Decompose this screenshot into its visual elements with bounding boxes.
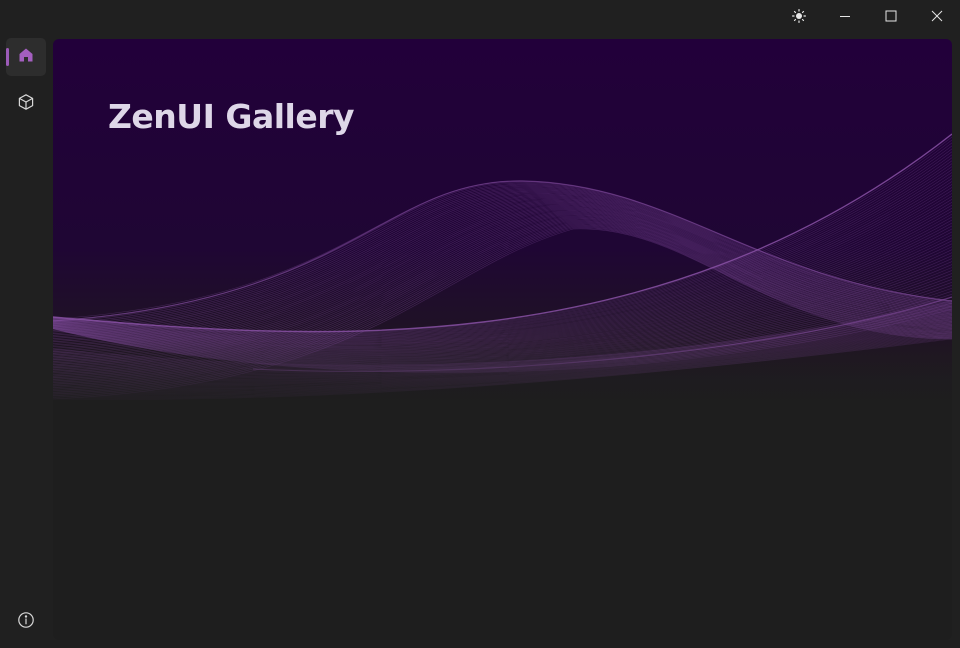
close-icon: [931, 10, 943, 22]
hero-banner: ZenUI Gallery: [53, 39, 952, 419]
cube-icon: [17, 93, 35, 115]
minimize-button[interactable]: [822, 0, 868, 32]
title-bar: [0, 0, 960, 34]
app-window: ZenUI Gallery: [0, 0, 960, 648]
hero-background: [53, 39, 952, 419]
sun-icon: [792, 9, 806, 23]
close-button[interactable]: [914, 0, 960, 32]
sidebar: [0, 34, 53, 648]
maximize-button[interactable]: [868, 0, 914, 32]
sidebar-item-home[interactable]: [6, 38, 46, 76]
sidebar-item-about[interactable]: [6, 603, 46, 641]
sidebar-item-components[interactable]: [6, 85, 46, 123]
main-content: ZenUI Gallery: [53, 39, 952, 640]
home-icon: [18, 47, 34, 67]
active-indicator: [6, 48, 9, 66]
maximize-icon: [885, 10, 897, 22]
hero-title: ZenUI Gallery: [108, 97, 355, 136]
minimize-icon: [839, 10, 851, 22]
info-icon: [17, 611, 35, 633]
theme-toggle-button[interactable]: [776, 0, 822, 32]
